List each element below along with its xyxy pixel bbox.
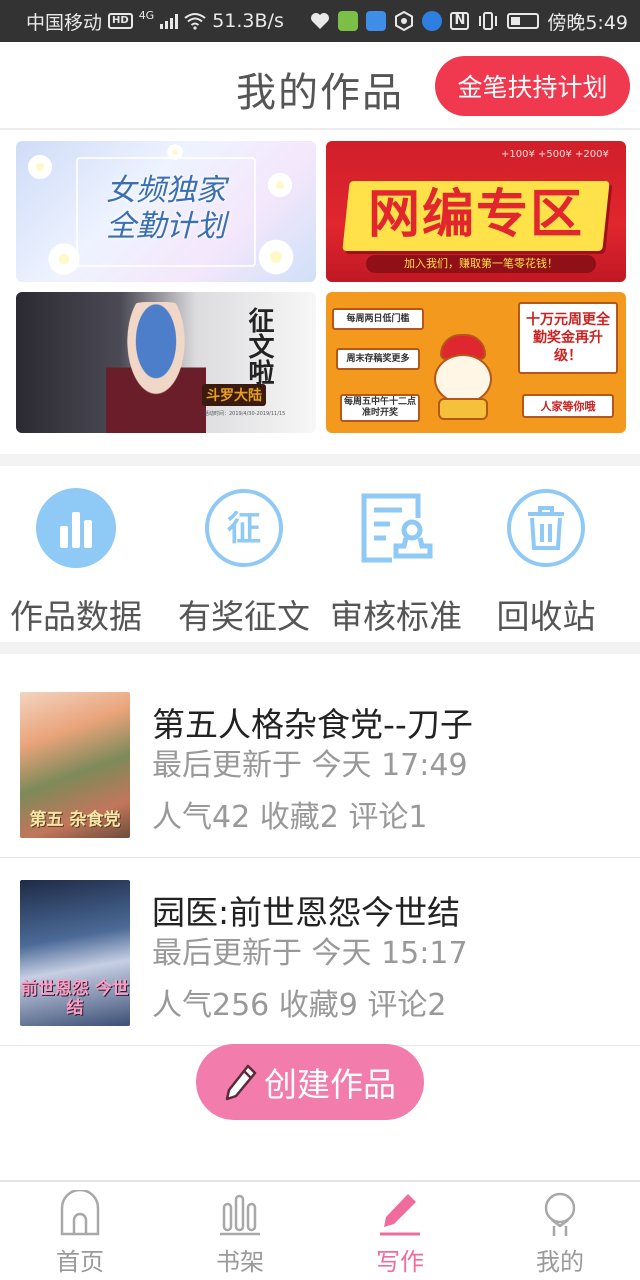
emperor-mascot-illustration bbox=[422, 332, 504, 422]
browser-app-icon bbox=[422, 11, 443, 31]
work-stats: 人气256 收藏9 评论2 bbox=[152, 988, 447, 1023]
banner-title-line: 全勤计划 bbox=[106, 209, 226, 244]
clock: 傍晚5:49 bbox=[547, 11, 628, 34]
feature-label: 有奖征文 bbox=[178, 597, 310, 636]
contest-icon: 征 bbox=[205, 489, 283, 567]
tab-label: 首页 bbox=[56, 1248, 104, 1276]
battery-icon bbox=[507, 13, 540, 29]
anime-character-illustration bbox=[106, 302, 206, 433]
tab-home[interactable]: 首页 bbox=[0, 1182, 160, 1280]
work-item[interactable]: 第五 杂食党 第五人格杂食党--刀子 最后更新于 今天 17:49 人气42 收… bbox=[0, 670, 640, 858]
banner-subtitle: 活动时间：2019/4/30-2019/11/15 bbox=[204, 411, 286, 417]
banner-box: 周末存稿奖更多 bbox=[336, 348, 420, 370]
tab-label: 写作 bbox=[376, 1248, 424, 1276]
carrier-label: 中国移动 bbox=[26, 11, 103, 34]
feature-recycle-bin[interactable]: 回收站 bbox=[470, 480, 622, 636]
tab-label: 我的 bbox=[536, 1248, 584, 1276]
signal-icon bbox=[160, 13, 179, 29]
network-type: 4G bbox=[138, 8, 155, 22]
work-cover-image: 第五 杂食党 bbox=[20, 692, 130, 838]
settings-icon bbox=[395, 11, 414, 31]
hd-badge: HD bbox=[108, 13, 133, 29]
feature-review-standard[interactable]: 审核标准 bbox=[320, 480, 472, 636]
svg-text:征: 征 bbox=[227, 509, 261, 549]
tab-mine[interactable]: 我的 bbox=[480, 1182, 640, 1280]
feature-row: 作品数据 征 有奖征文 审核标准 回收站 bbox=[0, 466, 640, 642]
cover-title: 前世恩怨 今世结 bbox=[21, 979, 129, 1018]
work-item[interactable]: 前世恩怨 今世结 园医:前世恩怨今世结 最后更新于 今天 15:17 人气256… bbox=[0, 858, 640, 1046]
banner-box: 每周五中午十二点准时开奖 bbox=[340, 394, 420, 422]
golden-pen-plan-button[interactable]: 金笔扶持计划 bbox=[435, 56, 630, 116]
cover-title: 第五 杂食党 bbox=[29, 810, 121, 830]
banner-title: 网编专区 bbox=[367, 185, 584, 245]
banner-highlight: 十万元周更全勤奖金再升级！ bbox=[518, 302, 618, 374]
feature-prize-contest[interactable]: 征 有奖征文 bbox=[168, 480, 320, 636]
work-updated-time: 最后更新于 今天 17:49 bbox=[152, 748, 468, 783]
work-cover-image: 前世恩怨 今世结 bbox=[20, 880, 130, 1026]
tab-bookshelf[interactable]: 书架 bbox=[160, 1182, 320, 1280]
banner-title-line: 女频独家 bbox=[106, 173, 226, 208]
header: 我的作品 金笔扶持计划 bbox=[0, 42, 640, 130]
video-app-icon bbox=[338, 11, 359, 31]
work-title: 园医:前世恩怨今世结 bbox=[152, 893, 461, 932]
banner-weekly-bonus[interactable]: 每周两日低门槛 周末存稿奖更多 每周五中午十二点准时开奖 十万元周更全勤奖金再升… bbox=[326, 292, 626, 433]
health-icon bbox=[311, 13, 330, 29]
work-updated-time: 最后更新于 今天 15:17 bbox=[152, 936, 468, 971]
flower-decoration bbox=[46, 241, 82, 277]
banner-grid: 女频独家 全勤计划 +100¥ +500¥ +200¥ 网编专区 加入我们，赚取… bbox=[0, 130, 640, 454]
banner-tag: 斗罗大陆 bbox=[202, 384, 266, 406]
tab-writing[interactable]: 写作 bbox=[320, 1182, 480, 1280]
tab-label: 书架 bbox=[216, 1248, 264, 1276]
bookshelf-icon bbox=[220, 1194, 260, 1236]
trash-icon bbox=[507, 489, 585, 567]
create-work-button[interactable]: 创建作品 bbox=[196, 1044, 424, 1120]
home-icon bbox=[60, 1190, 100, 1236]
banner-editor-zone[interactable]: +100¥ +500¥ +200¥ 网编专区 加入我们，赚取第一笔零花钱！ bbox=[326, 141, 626, 282]
pencil-icon bbox=[380, 1194, 420, 1236]
work-stats: 人气42 收藏2 评论1 bbox=[152, 800, 428, 835]
create-work-label: 创建作品 bbox=[264, 1065, 396, 1104]
review-standard-icon bbox=[361, 493, 433, 563]
feature-works-data[interactable]: 作品数据 bbox=[0, 480, 152, 636]
feature-label: 回收站 bbox=[496, 597, 596, 636]
banner-box: 每周两日低门槛 bbox=[332, 308, 424, 330]
banner-coins: +100¥ +500¥ +200¥ bbox=[501, 149, 609, 160]
flower-decoration bbox=[166, 143, 184, 161]
cloud-app-icon bbox=[366, 11, 387, 31]
feature-label: 审核标准 bbox=[330, 597, 462, 636]
vibrate-icon bbox=[479, 12, 498, 30]
banner-tagline: 加入我们，赚取第一笔零花钱！ bbox=[366, 255, 596, 273]
pencil-icon bbox=[225, 1064, 257, 1101]
banner-female-exclusive[interactable]: 女频独家 全勤计划 bbox=[16, 141, 316, 282]
feature-label: 作品数据 bbox=[10, 597, 142, 636]
nfc-icon: N bbox=[450, 12, 470, 30]
page-title: 我的作品 bbox=[236, 70, 404, 116]
bottom-tab-bar: 首页 书架 写作 我的 bbox=[0, 1180, 640, 1280]
banner-contest[interactable]: 征文啦 斗罗大陆 活动时间：2019/4/30-2019/11/15 bbox=[16, 292, 316, 433]
status-bar: 中国移动 HD 4G 51.3B/s N 傍晚5:49 bbox=[0, 0, 640, 42]
bar-chart-icon bbox=[36, 488, 116, 568]
section-divider bbox=[0, 454, 640, 466]
banner-cta: 人家等你哦 bbox=[522, 394, 614, 418]
network-speed: 51.3B/s bbox=[212, 10, 284, 32]
wifi-icon bbox=[184, 13, 206, 30]
banner-title: 征文啦 bbox=[244, 307, 274, 385]
profile-icon bbox=[544, 1192, 576, 1236]
section-divider bbox=[0, 642, 640, 654]
banner-title: 女频独家 全勤计划 bbox=[16, 173, 316, 245]
work-title: 第五人格杂食党--刀子 bbox=[152, 705, 473, 744]
